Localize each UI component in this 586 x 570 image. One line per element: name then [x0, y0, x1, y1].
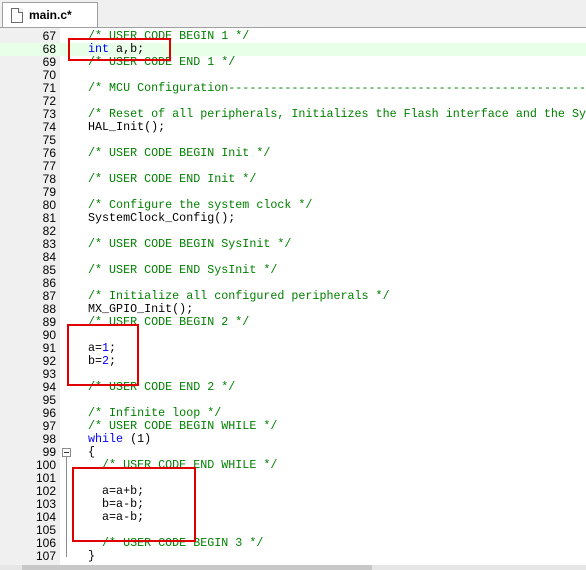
- code-token: /* MCU Configuration--------------------…: [88, 81, 586, 95]
- code-line[interactable]: 76/* USER CODE BEGIN Init */: [0, 147, 586, 160]
- code-line[interactable]: 83/* USER CODE BEGIN SysInit */: [0, 238, 586, 251]
- code-text: HAL_Init();: [88, 121, 165, 134]
- code-line[interactable]: 78/* USER CODE END Init */: [0, 173, 586, 186]
- code-editor[interactable]: 67/* USER CODE BEGIN 1 */68 int a,b; 69/* …: [0, 28, 586, 565]
- fold-toggle-icon[interactable]: [62, 448, 71, 457]
- code-text: /* USER CODE END SysInit */: [88, 264, 277, 277]
- code-token: /* Infinite loop */: [88, 406, 222, 420]
- code-text: /* USER CODE END Init */: [88, 173, 256, 186]
- code-token: {: [88, 445, 96, 459]
- code-line[interactable]: 85/* USER CODE END SysInit */: [0, 264, 586, 277]
- code-token: /* USER CODE END SysInit */: [88, 263, 278, 277]
- code-line[interactable]: 71/* MCU Configuration------------------…: [0, 82, 586, 95]
- c-file-icon: [11, 8, 23, 23]
- line-number: 107: [35, 549, 56, 563]
- code-token: HAL_Init();: [88, 120, 166, 134]
- tab-main-c[interactable]: main.c*: [2, 2, 98, 27]
- code-token: MX_GPIO_Init();: [88, 302, 194, 316]
- code-text: SystemClock_Config();: [88, 212, 235, 225]
- code-token: /* Reset of all peripherals, Initializes…: [88, 107, 586, 121]
- code-token: SystemClock_Config();: [88, 211, 236, 225]
- code-token: /* USER CODE END Init */: [88, 172, 257, 186]
- code-line[interactable]: 107}: [0, 550, 586, 563]
- code-line[interactable]: 74 HAL_Init();: [0, 121, 586, 134]
- code-text: while (1): [88, 433, 151, 446]
- code-token: /* Initialize all configured peripherals…: [88, 289, 390, 303]
- code-text: }: [88, 550, 95, 563]
- code-line[interactable]: 81 SystemClock_Config();: [0, 212, 586, 225]
- red-highlight-box: [68, 38, 171, 61]
- code-text: /* MCU Configuration--------------------…: [88, 82, 586, 95]
- code-text: /* USER CODE BEGIN SysInit */: [88, 238, 291, 251]
- editor-tab-bar: main.c*: [0, 0, 586, 28]
- code-token: /* Configure the system clock */: [88, 198, 313, 212]
- fold-guide-line: [66, 457, 67, 557]
- tab-label: main.c*: [29, 8, 72, 22]
- code-token: while: [88, 432, 124, 446]
- code-token: }: [88, 549, 96, 563]
- horizontal-scrollbar-thumb[interactable]: [22, 565, 372, 570]
- code-text: /* USER CODE BEGIN Init */: [88, 147, 270, 160]
- code-token: (1): [123, 432, 152, 446]
- red-highlight-box: [72, 467, 196, 542]
- red-highlight-box: [67, 324, 139, 386]
- code-token: /* USER CODE BEGIN Init */: [88, 146, 271, 160]
- code-token: /* USER CODE BEGIN SysInit */: [88, 237, 292, 251]
- code-token: /* USER CODE BEGIN WHILE */: [88, 419, 278, 433]
